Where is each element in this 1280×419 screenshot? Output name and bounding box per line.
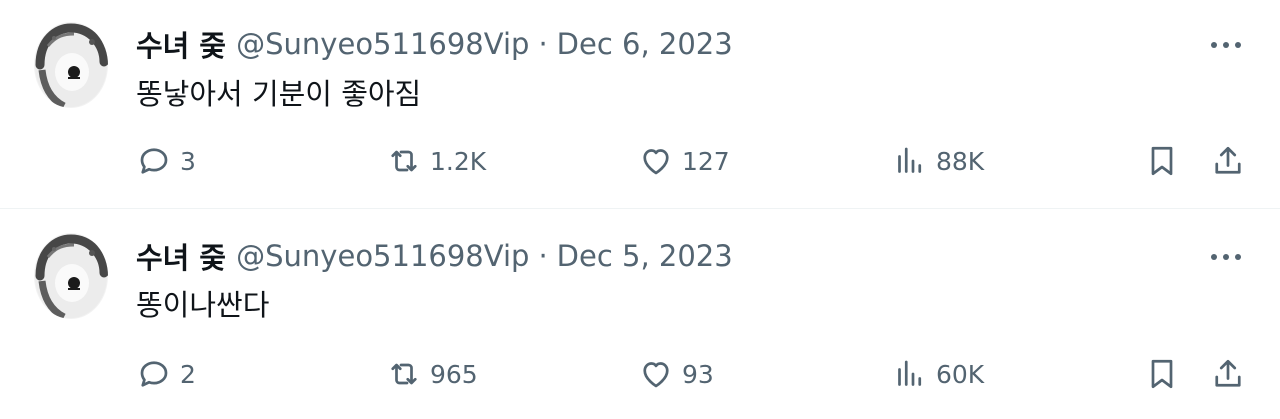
views-bar-icon <box>898 360 922 386</box>
tweet-text: 똥낳아서 기분이 좋아짐 <box>136 77 422 111</box>
views-button[interactable]: 60K <box>892 351 984 397</box>
avatar-image <box>35 234 108 319</box>
share-icon <box>1215 146 1241 174</box>
retweet-count: 1.2K <box>430 146 487 176</box>
tweet-date[interactable]: Dec 6, 2023 <box>557 27 733 61</box>
reply-count: 3 <box>180 146 196 176</box>
like-button[interactable]: 127 <box>638 138 730 184</box>
retweet-button[interactable]: 965 <box>386 351 478 397</box>
retweet-icon <box>391 150 417 172</box>
reply-button[interactable]: 2 <box>136 351 196 397</box>
bookmark-button[interactable] <box>1144 351 1180 397</box>
separator-dot: · <box>538 27 548 61</box>
tweet-actions: 2 965 93 60K <box>136 351 1246 397</box>
reply-bubble-icon <box>140 361 168 387</box>
tweet-actions: 3 1.2K 127 88K <box>136 138 1246 184</box>
like-count: 127 <box>682 146 730 176</box>
retweet-icon <box>391 363 417 385</box>
views-count: 88K <box>936 146 985 176</box>
separator-dot: · <box>538 239 548 273</box>
more-button[interactable] <box>1206 28 1246 62</box>
display-name[interactable]: 수녀 줒 <box>136 23 226 65</box>
heart-icon <box>643 362 669 388</box>
retweet-button[interactable]: 1.2K <box>386 138 486 184</box>
tweet-2[interactable]: 수녀 줒 @Sunyeo511698Vip · Dec 5, 2023 똥이나싼… <box>0 208 1280 418</box>
avatar[interactable] <box>34 22 108 108</box>
display-name[interactable]: 수녀 줒 <box>136 235 226 277</box>
views-count: 60K <box>936 359 985 389</box>
tweet-header: 수녀 줒 @Sunyeo511698Vip · Dec 6, 2023 <box>136 22 733 66</box>
tweet-text: 똥이나싼다 <box>136 288 270 322</box>
like-count: 93 <box>682 359 714 389</box>
reply-bubble-icon <box>140 148 168 174</box>
share-button[interactable] <box>1210 138 1246 184</box>
reply-button[interactable]: 3 <box>136 138 196 184</box>
views-bar-icon <box>898 147 922 173</box>
avatar[interactable] <box>34 233 108 319</box>
user-handle[interactable]: @Sunyeo511698Vip <box>236 27 529 61</box>
more-dots-icon <box>1211 42 1241 48</box>
reply-count: 2 <box>180 359 196 389</box>
bookmark-icon <box>1151 359 1173 389</box>
like-button[interactable]: 93 <box>638 351 714 397</box>
tweet-header: 수녀 줒 @Sunyeo511698Vip · Dec 5, 2023 <box>136 234 733 278</box>
share-icon <box>1215 359 1241 387</box>
more-dots-icon <box>1211 254 1241 260</box>
retweet-count: 965 <box>430 359 478 389</box>
bookmark-button[interactable] <box>1144 138 1180 184</box>
more-button[interactable] <box>1206 240 1246 274</box>
tweet-date[interactable]: Dec 5, 2023 <box>557 239 733 273</box>
heart-icon <box>643 149 669 175</box>
user-handle[interactable]: @Sunyeo511698Vip <box>236 239 529 273</box>
avatar-image <box>35 23 108 108</box>
tweet-1[interactable]: 수녀 줒 @Sunyeo511698Vip · Dec 6, 2023 똥낳아서… <box>0 0 1280 208</box>
bookmark-icon <box>1151 146 1173 176</box>
share-button[interactable] <box>1210 351 1246 397</box>
views-button[interactable]: 88K <box>892 138 984 184</box>
